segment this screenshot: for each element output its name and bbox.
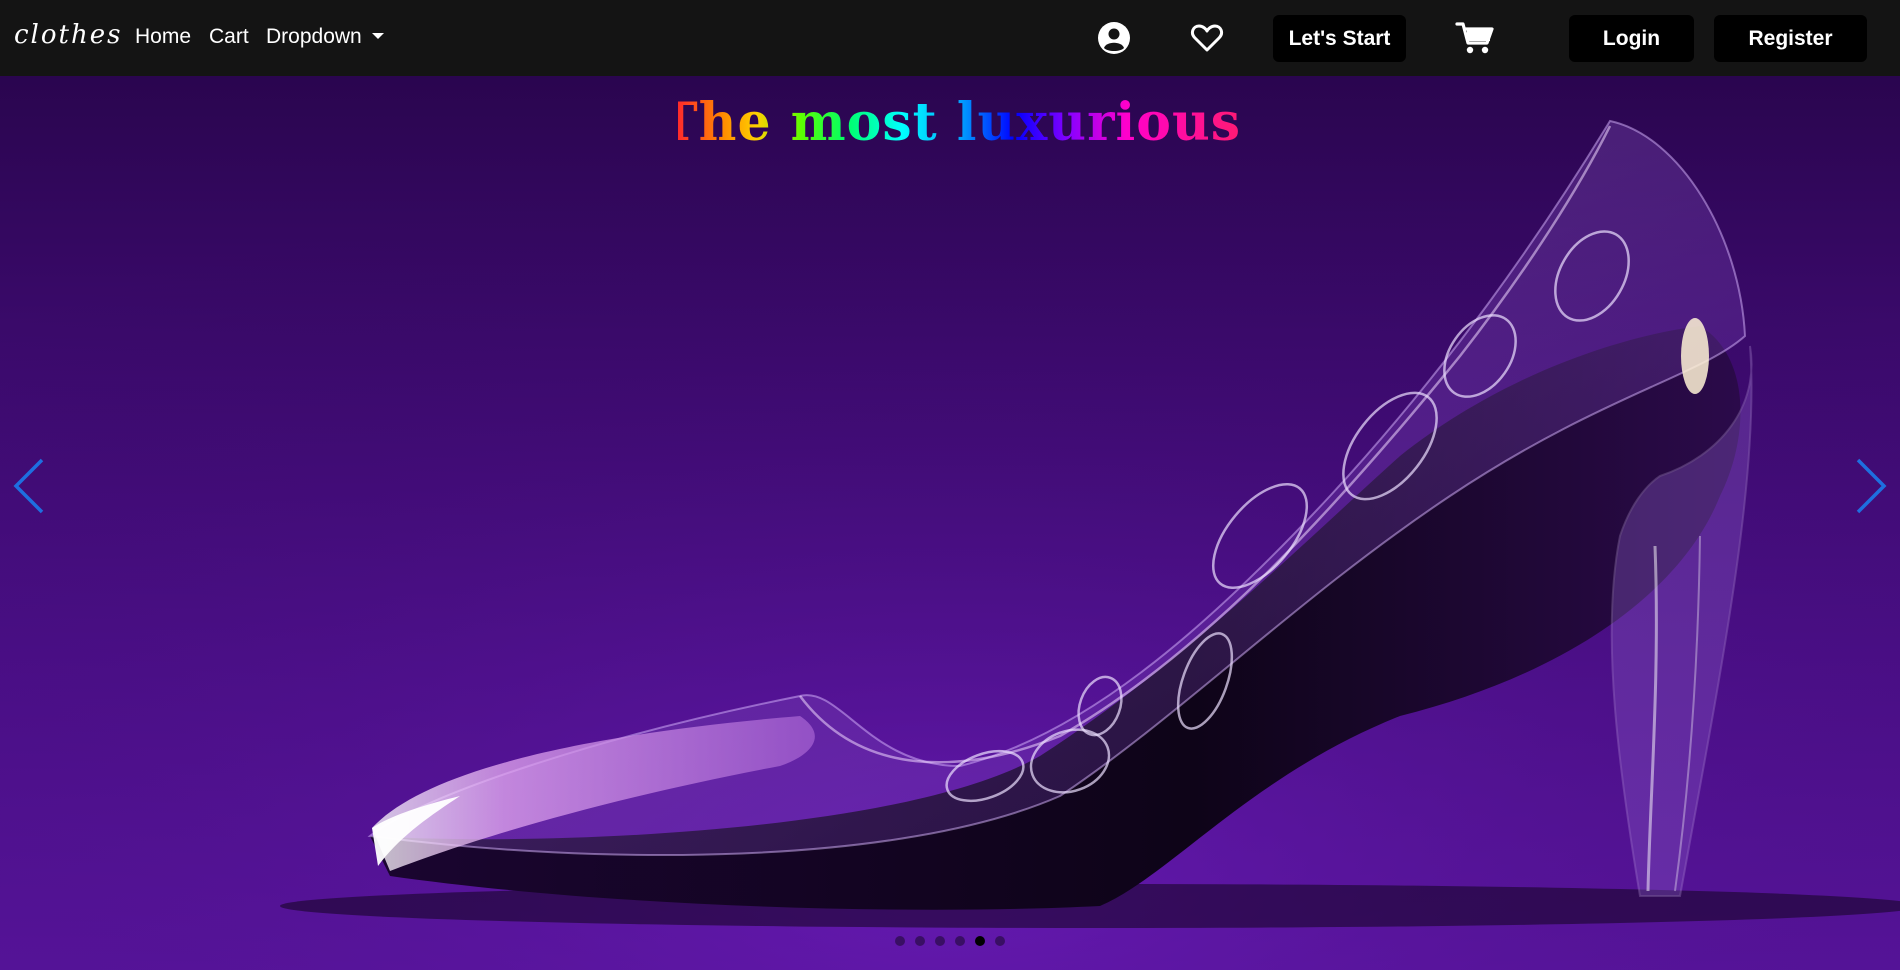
heart-icon[interactable] bbox=[1190, 23, 1224, 58]
hero-carousel: The most luxurious bbox=[0, 76, 1900, 970]
hero-title: The most luxurious bbox=[0, 92, 1900, 153]
register-button[interactable]: Register bbox=[1714, 15, 1867, 62]
carousel-indicator-dot[interactable] bbox=[935, 936, 945, 946]
nav-dropdown-label: Dropdown bbox=[266, 25, 362, 48]
carousel-indicator-dot[interactable] bbox=[975, 936, 985, 946]
carousel-indicator-dot[interactable] bbox=[995, 936, 1005, 946]
nav-link-cart[interactable]: Cart bbox=[209, 25, 249, 49]
login-button[interactable]: Login bbox=[1569, 15, 1694, 62]
lets-start-button[interactable]: Let's Start bbox=[1273, 15, 1406, 62]
navbar: clothes Home Cart Dropdown Let's Start L… bbox=[0, 0, 1900, 76]
glass-heel-shoe-image bbox=[0, 76, 1900, 970]
brand-logo[interactable]: clothes bbox=[14, 20, 122, 50]
nav-dropdown-toggle[interactable]: Dropdown bbox=[266, 25, 384, 49]
carousel-prev-arrow-icon[interactable] bbox=[12, 456, 46, 521]
nav-link-home[interactable]: Home bbox=[135, 25, 191, 49]
chevron-down-icon bbox=[371, 33, 384, 39]
carousel-indicator-dot[interactable] bbox=[895, 936, 905, 946]
carousel-indicator-dot[interactable] bbox=[915, 936, 925, 946]
cart-icon[interactable] bbox=[1455, 20, 1495, 61]
user-circle-icon[interactable] bbox=[1097, 21, 1131, 60]
carousel-indicators bbox=[0, 936, 1900, 946]
carousel-next-arrow-icon[interactable] bbox=[1854, 456, 1888, 521]
carousel-indicator-dot[interactable] bbox=[955, 936, 965, 946]
